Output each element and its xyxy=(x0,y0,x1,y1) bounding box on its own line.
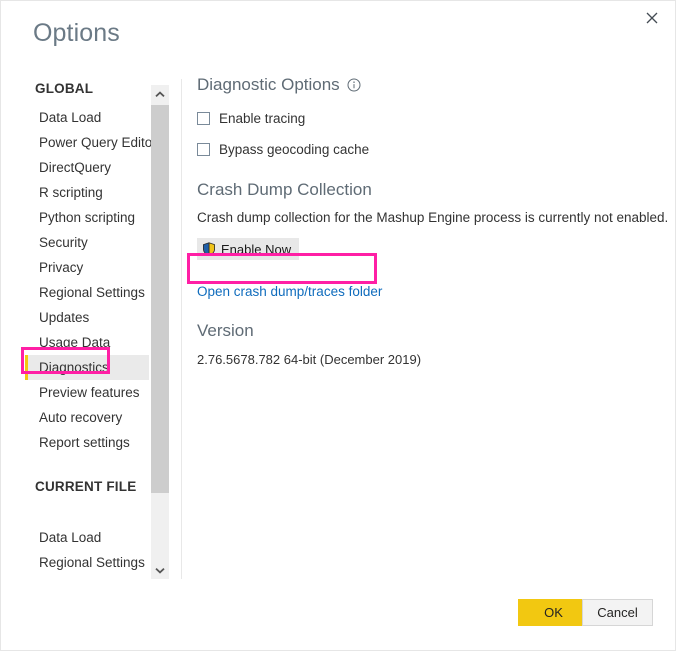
sidebar-item-privacy[interactable]: Privacy xyxy=(25,255,149,280)
enable-tracing-checkbox[interactable] xyxy=(197,111,210,125)
bypass-geocoding-cache-checkbox-row[interactable]: Bypass geocoding cache xyxy=(197,140,655,158)
chevron-down-icon[interactable] xyxy=(151,561,169,579)
settings-content-pane: Diagnostic Options Enable tracing Bypass… xyxy=(197,75,669,367)
sidebar-item-power-query-editor[interactable]: Power Query Editor xyxy=(25,130,151,155)
crash-dump-heading: Crash Dump Collection xyxy=(197,180,655,200)
diagnostic-options-heading: Diagnostic Options xyxy=(197,75,655,95)
version-heading: Version xyxy=(197,321,655,341)
sidebar-item-report-settings[interactable]: Report settings xyxy=(25,430,149,455)
diagnostic-options-heading-text: Diagnostic Options xyxy=(197,75,340,94)
sidebar-item-security[interactable]: Security xyxy=(25,230,149,255)
sidebar-item-usage-data[interactable]: Usage Data xyxy=(25,330,149,355)
sidebar-item-r-scripting[interactable]: R scripting xyxy=(25,180,149,205)
enable-now-button-label: Enable Now xyxy=(221,241,292,257)
sidebar-item-current-data-load[interactable]: Data Load xyxy=(25,525,149,550)
pane-divider xyxy=(181,79,182,579)
chevron-up-icon[interactable] xyxy=(151,85,169,103)
sidebar-item-python-scripting[interactable]: Python scripting xyxy=(25,205,149,230)
sidebar-item-directquery[interactable]: DirectQuery xyxy=(25,155,149,180)
crash-dump-description: Crash dump collection for the Mashup Eng… xyxy=(197,210,669,225)
enable-now-button[interactable]: Enable Now xyxy=(197,238,300,260)
open-crash-dump-link[interactable]: Open crash dump/traces folder xyxy=(197,284,382,299)
nav-section-global: GLOBAL Data Load Power Query Editor Dire… xyxy=(25,79,151,455)
cancel-button[interactable]: Cancel xyxy=(582,599,653,626)
bypass-geocoding-cache-label: Bypass geocoding cache xyxy=(219,141,370,157)
nav-section-header-global: GLOBAL xyxy=(35,81,94,96)
version-value: 2.76.5678.782 64-bit (December 2019) xyxy=(197,352,422,367)
sidebar-item-updates[interactable]: Updates xyxy=(25,305,149,330)
sidebar-item-auto-recovery[interactable]: Auto recovery xyxy=(25,405,149,430)
uac-shield-icon xyxy=(202,242,216,256)
nav-section-header-current-file: CURRENT FILE xyxy=(35,479,137,494)
ok-button[interactable]: OK xyxy=(518,599,589,626)
options-dialog: Options GLOBAL Data Load Power Query Edi… xyxy=(0,0,676,651)
version-heading-text: Version xyxy=(197,321,254,340)
bypass-geocoding-cache-checkbox[interactable] xyxy=(197,142,210,156)
sidebar-item-data-load[interactable]: Data Load xyxy=(25,105,149,130)
crash-dump-heading-text: Crash Dump Collection xyxy=(197,180,372,199)
sidebar-item-regional-settings[interactable]: Regional Settings xyxy=(25,280,149,305)
page-title: Options xyxy=(33,19,120,47)
sidebar-item-diagnostics[interactable]: Diagnostics xyxy=(25,355,149,380)
nav-scrollbar-thumb[interactable] xyxy=(151,105,169,493)
nav-scrollbar[interactable] xyxy=(151,85,169,579)
enable-tracing-label: Enable tracing xyxy=(219,110,306,126)
close-icon[interactable] xyxy=(635,3,669,33)
settings-nav-list[interactable]: GLOBAL Data Load Power Query Editor Dire… xyxy=(25,79,151,579)
sidebar-item-current-privacy[interactable]: Privacy xyxy=(25,575,149,579)
sidebar-item-preview-features[interactable]: Preview features xyxy=(25,380,149,405)
sidebar-item-current-regional-settings[interactable]: Regional Settings xyxy=(25,550,149,575)
dialog-title-bar: Options xyxy=(1,1,675,63)
info-icon[interactable] xyxy=(347,78,361,92)
enable-tracing-checkbox-row[interactable]: Enable tracing xyxy=(197,109,655,127)
nav-section-current-file: CURRENT FILE Data Load Regional Settings… xyxy=(25,455,151,579)
